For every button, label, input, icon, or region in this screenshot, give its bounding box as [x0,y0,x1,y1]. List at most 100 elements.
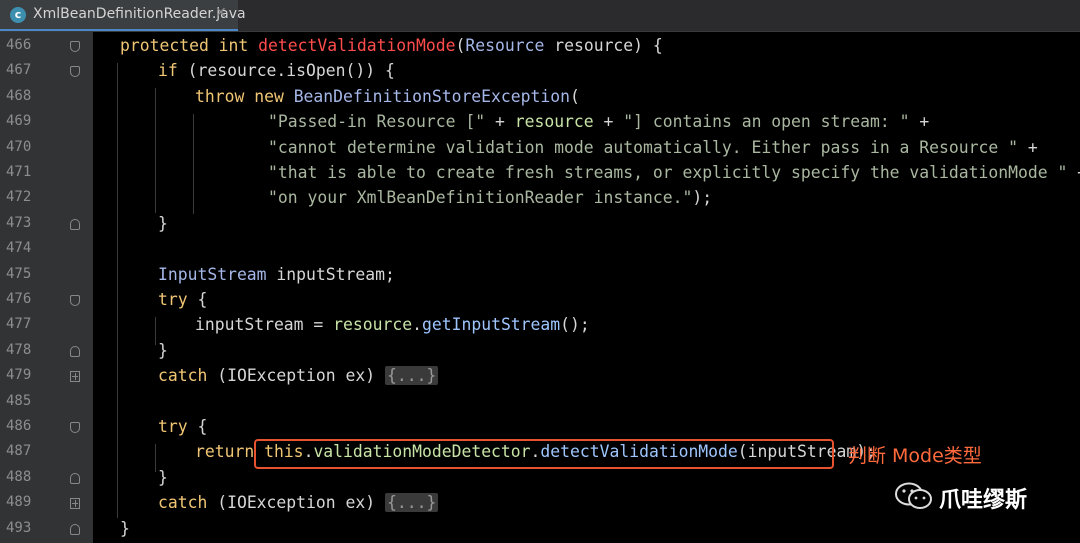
code-text: if (resource.isOpen()) { [158,61,395,80]
code-text: "Passed-in Resource [" + resource + "] c… [268,112,929,131]
code-token: + [593,112,624,132]
code-token: inputStream; [266,264,395,284]
code-token: } [158,467,168,487]
line-number: 466 [6,37,32,53]
watermark: 爪哇缪斯 [895,480,1055,513]
code-line: 473 } [0,212,1080,237]
code-token: + [1017,137,1038,157]
code-line: 485 [0,390,1080,415]
code-line: 475 InputStream inputStream; [0,263,1080,288]
code-text: try { [158,290,207,309]
code-text: try { [158,417,207,436]
code-token: (resource.isOpen()) { [177,61,395,81]
file-tab[interactable]: c XmlBeanDefinitionReader.java ✕ [0,0,246,31]
code-line: 479 catch (IOException ex) {...} [0,364,1080,389]
code-token: try [158,290,188,309]
code-line: 472 "on your XmlBeanDefinitionReader ins… [0,186,1080,211]
code-token: + [909,112,930,132]
line-number: 486 [6,418,32,434]
line-number: 473 [6,214,32,231]
code-text: throw new BeanDefinitionStoreException( [195,87,580,106]
line-number: 478 [6,341,32,358]
code-line: 478 } [0,339,1080,364]
line-number: 471 [6,164,32,180]
watermark-text: 爪哇缪斯 [939,488,1028,513]
folded-block[interactable]: {...} [384,366,439,386]
code-token: ); [692,188,713,208]
code-token: resource [514,112,594,132]
fold-marker-icon[interactable] [70,472,80,484]
code-line: 486 try { [0,415,1080,440]
line-number: 489 [6,494,32,511]
code-line: 474 [0,237,1080,262]
code-line: 466 protected int detectValidationMode(R… [0,34,1080,59]
code-text: catch (IOException ex) {...} [158,493,439,513]
expand-fold-icon[interactable] [70,371,80,383]
code-token: ( [455,36,466,55]
code-token: "] contains an open stream: " [623,112,910,132]
code-token: catch [158,493,208,513]
fold-marker-icon[interactable] [70,218,80,230]
code-token: throw new [195,86,294,106]
line-number: 468 [6,87,32,104]
code-token: } [158,340,168,360]
line-number: 487 [6,443,32,460]
fold-marker-icon[interactable] [70,66,80,78]
line-number: 493 [6,519,32,536]
line-number: 474 [6,240,32,257]
line-number: 479 [6,367,32,384]
fold-marker-icon[interactable] [70,523,80,535]
fold-marker-icon[interactable] [70,41,80,52]
expand-fold-icon[interactable] [70,498,80,510]
code-token: + [1067,163,1080,182]
fold-marker-icon[interactable] [70,295,80,306]
code-token: + [485,112,515,132]
code-token: "on your XmlBeanDefinitionReader instanc… [268,188,693,208]
line-number: 472 [6,189,32,206]
code-line: 469 "Passed-in Resource [" + resource + … [0,110,1080,135]
code-line: 471 "that is able to create fresh stream… [0,161,1080,186]
code-token: (); [560,315,590,335]
code-token: } [120,518,130,538]
code-token: getInputStream [422,315,561,335]
code-text: inputStream = resource.getInputStream(); [195,315,590,334]
code-token: BeanDefinitionStoreException [293,86,570,106]
code-line: 467 if (resource.isOpen()) { [0,59,1080,84]
code-token: if [158,61,178,81]
folded-block[interactable]: {...} [384,493,439,513]
code-token: InputStream [158,264,267,284]
line-number: 485 [6,392,32,409]
code-token: (IOException ex) [207,493,385,513]
annotation-label: 判断 Mode类型 [848,445,982,467]
java-class-icon: c [10,7,26,23]
code-token: resource [333,315,413,335]
code-line: 470 "cannot determine validation mode au… [0,136,1080,161]
code-line: 468 throw new BeanDefinitionStoreExcepti… [0,85,1080,110]
code-text: } [158,468,168,487]
code-text: } [120,519,130,538]
code-token: protected int [120,36,259,55]
code-token: "cannot determine validation mode automa… [268,137,1018,157]
code-token: (IOException ex) [207,366,385,386]
code-text: catch (IOException ex) {...} [158,366,439,386]
code-token: try [158,417,188,436]
fold-marker-icon[interactable] [70,345,80,357]
code-token: { [187,290,208,309]
code-token: "Passed-in Resource [" [268,112,486,132]
code-text: } [158,214,168,233]
line-number: 476 [6,291,32,307]
line-number: 477 [6,316,32,333]
line-number: 488 [6,468,32,485]
code-text: "that is able to create fresh streams, o… [268,163,1080,182]
line-number: 469 [6,113,32,130]
code-text: InputStream inputStream; [158,265,395,284]
fold-marker-icon[interactable] [70,422,80,433]
code-token: detectValidationMode [258,36,456,55]
code-text: protected int detectValidationMode(Resou… [120,36,663,55]
wechat-icon [895,482,932,509]
close-tab-icon[interactable]: ✕ [215,5,227,21]
code-token: catch [158,366,208,386]
code-token: "that is able to create fresh streams, o… [268,163,1068,182]
line-number: 475 [6,265,32,282]
editor-tab-bar: c XmlBeanDefinitionReader.java ✕ [0,0,1080,32]
